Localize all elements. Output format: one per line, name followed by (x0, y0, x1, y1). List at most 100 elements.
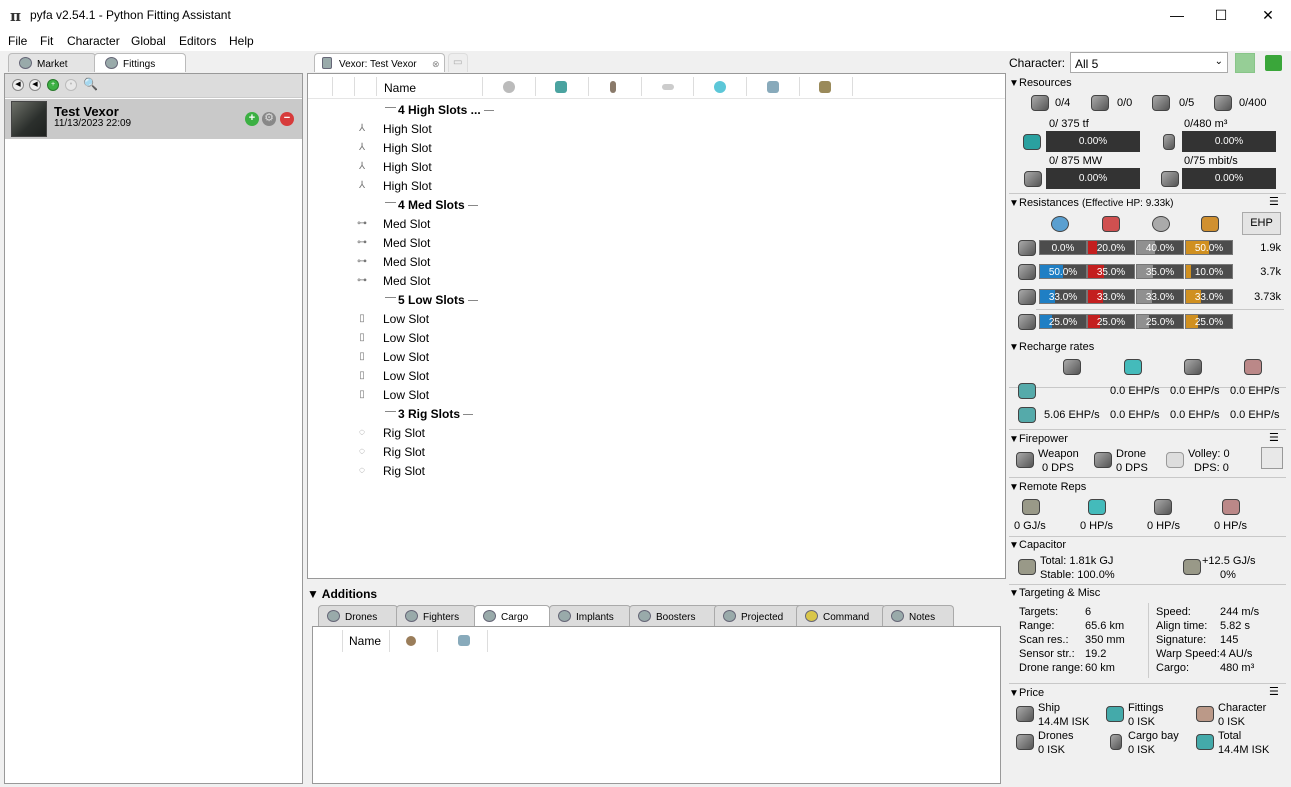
firepower-header[interactable]: ▼Firepower (1009, 433, 1068, 445)
slot-row-high[interactable]: ⅄ High Slot (308, 176, 1005, 195)
close-tab-icon[interactable]: ⊗ (432, 59, 440, 70)
maximize-button[interactable]: ☐ (1198, 0, 1244, 31)
cargo-qty-icon[interactable] (406, 636, 416, 646)
menu-character[interactable]: Character (67, 34, 120, 48)
targeting-value: 350 mm (1085, 634, 1125, 646)
range-col-icon[interactable] (662, 84, 674, 90)
character-sheet-icon[interactable] (1265, 55, 1282, 71)
slot-row-high[interactable]: ⅄ High Slot (308, 138, 1005, 157)
menu-editors[interactable]: Editors (179, 34, 216, 48)
back-icon[interactable]: ◀ (29, 79, 41, 91)
slot-row-rig[interactable]: ◌ Rig Slot (308, 423, 1005, 442)
stats-panel: Character: All 5 ⌄ ▼Resources 0/4 0/0 0/… (1006, 50, 1291, 787)
slot-row-med[interactable]: ⊶ Med Slot (308, 252, 1005, 271)
slot-row-low[interactable]: ▯ Low Slot (308, 328, 1005, 347)
slot-row-low[interactable]: ▯ Low Slot (308, 385, 1005, 404)
resources-header[interactable]: ▼Resources (1009, 77, 1072, 89)
ship-icon (322, 57, 332, 69)
cargo-col-name[interactable]: Name (349, 634, 381, 648)
targeting-label: Signature: (1156, 634, 1207, 646)
low-slot-icon: ▯ (359, 332, 365, 343)
tab-implants[interactable]: Implants (549, 605, 631, 626)
tab-boosters[interactable]: Boosters (629, 605, 719, 626)
remote-reps-header[interactable]: ▼Remote Reps (1009, 481, 1086, 493)
targeting-header[interactable]: ▼Targeting & Misc (1009, 587, 1100, 599)
divider (463, 414, 473, 415)
cpu-gauge: 0.00% (1046, 131, 1140, 152)
ammo-col-icon[interactable] (610, 81, 616, 93)
col-name[interactable]: Name (384, 81, 416, 95)
power-col-icon[interactable] (503, 81, 515, 93)
ehp-toggle-button[interactable]: EHP (1242, 212, 1281, 235)
slot-row-low[interactable]: ▯ Low Slot (308, 309, 1005, 328)
fittings-price-icon (1106, 706, 1124, 722)
tab-cargo[interactable]: Cargo (474, 605, 550, 626)
cpu-col-icon[interactable] (555, 81, 567, 93)
cargo-col-icon[interactable] (819, 81, 831, 93)
capacitor-header[interactable]: ▼Capacitor (1009, 539, 1066, 551)
resist-bar: 25.0% (1087, 314, 1135, 329)
slot-group-label: 5 Low Slots (398, 293, 465, 307)
slot-label: Med Slot (383, 255, 431, 269)
search-icon[interactable]: 🔍 (83, 78, 98, 91)
drone-dps: 0 DPS (1116, 462, 1148, 474)
slot-row-rig[interactable]: ◌ Rig Slot (308, 442, 1005, 461)
slot-row-high[interactable]: ⅄ High Slot (308, 157, 1005, 176)
recharge-r2-c3: 0.0 EHP/s (1170, 409, 1220, 421)
hamburger-menu-icon[interactable]: ☰ (1269, 195, 1279, 208)
character-select[interactable]: All 5 ⌄ (1070, 52, 1228, 73)
tab-notes[interactable]: Notes (882, 605, 954, 626)
minimize-button[interactable]: — (1154, 0, 1200, 31)
drone-bay-icon (1152, 95, 1170, 111)
high-slot-icon: ⅄ (358, 142, 366, 153)
tab-drones[interactable]: Drones (318, 605, 398, 626)
recharge-header[interactable]: ▼Recharge rates (1009, 341, 1094, 353)
tab-projected[interactable]: Projected (714, 605, 804, 626)
tab-command[interactable]: Command (796, 605, 886, 626)
close-button[interactable]: ✕ (1245, 0, 1291, 31)
menu-help[interactable]: Help (229, 34, 254, 48)
sensor-col-icon[interactable] (714, 81, 726, 93)
tab-fittings[interactable]: Fittings (94, 53, 186, 72)
slot-row-low[interactable]: ▯ Low Slot (308, 347, 1005, 366)
tab-fighters[interactable]: Fighters (396, 605, 476, 626)
remove-fit-icon[interactable]: − (280, 112, 294, 126)
tab-market[interactable]: Market (8, 53, 96, 72)
add-fit-icon[interactable]: + (245, 112, 259, 126)
fit-list-item[interactable]: Test Vexor 11/13/2023 22:09 + ⚙ − (5, 99, 302, 139)
slot-row-med[interactable]: ⊶ Med Slot (308, 233, 1005, 252)
resist-value: 35.0% (1145, 267, 1175, 278)
divider (1036, 309, 1284, 310)
additions-header[interactable]: ▼ Additions (307, 587, 377, 601)
new-fit-icon[interactable]: + (47, 79, 59, 91)
slot-row-med[interactable]: ⊶ Med Slot (308, 214, 1005, 233)
menu-global[interactable]: Global (131, 34, 166, 48)
collapse-icon: ▼ (1009, 688, 1019, 699)
damage-pattern-button[interactable] (1261, 447, 1283, 469)
first-icon[interactable]: ◀ (12, 79, 24, 91)
resistances-header[interactable]: ▼Resistances (Effective HP: 9.33k) (1009, 197, 1174, 209)
slot-row-high[interactable]: ⅄ High Slot (308, 119, 1005, 138)
resist-value: 20.0% (1096, 243, 1126, 254)
refresh-icon[interactable] (1235, 53, 1255, 73)
tab-fit-vexor[interactable]: Vexor: Test Vexor ⊗ (314, 53, 445, 72)
menu-file[interactable]: File (8, 34, 27, 48)
recharge-title: Recharge rates (1019, 341, 1095, 353)
price-header[interactable]: ▼Price (1009, 687, 1044, 699)
hamburger-menu-icon[interactable]: ☰ (1269, 685, 1279, 698)
slot-label: Med Slot (383, 236, 431, 250)
price-character-label: Character (1218, 702, 1267, 714)
market-icon (19, 57, 32, 69)
resist-bar: 35.0% (1136, 264, 1184, 279)
slot-row-low[interactable]: ▯ Low Slot (308, 366, 1005, 385)
slot-row-rig[interactable]: ◌ Rig Slot (308, 461, 1005, 480)
menu-fit[interactable]: Fit (40, 34, 53, 48)
new-tab-button[interactable]: ▭ (448, 53, 468, 72)
price-col-icon[interactable] (767, 81, 779, 93)
cargo-price-icon[interactable] (458, 635, 470, 646)
price-cargo-label: Cargo bay (1128, 730, 1179, 742)
slot-row-med[interactable]: ⊶ Med Slot (308, 271, 1005, 290)
drones-price-icon (1016, 734, 1034, 750)
hamburger-menu-icon[interactable]: ☰ (1269, 431, 1279, 444)
gear-icon[interactable]: ⚙ (262, 112, 276, 126)
